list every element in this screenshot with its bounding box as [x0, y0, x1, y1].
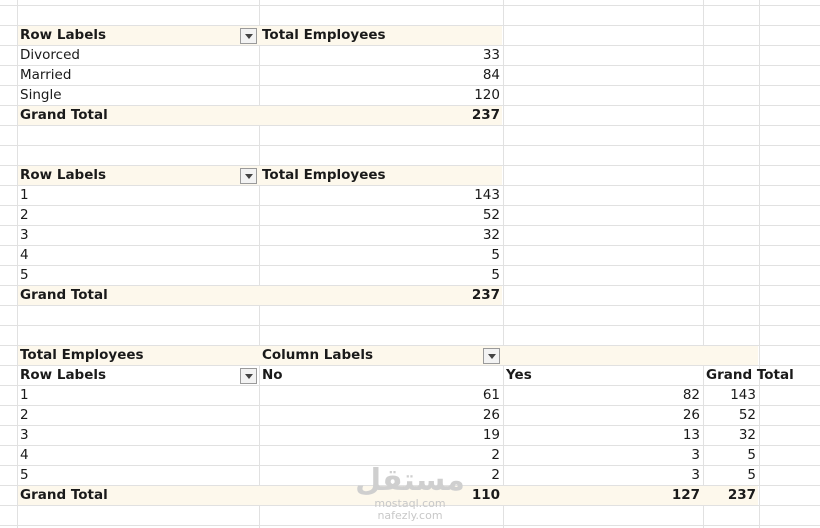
grand-total-yes[interactable]: 127 — [506, 485, 700, 505]
row-value[interactable]: 84 — [262, 65, 500, 85]
row-value[interactable]: 33 — [262, 45, 500, 65]
row-labels-header[interactable]: Row Labels — [20, 365, 250, 385]
row-label[interactable]: 5 — [20, 265, 250, 285]
cell-no[interactable]: 26 — [262, 405, 500, 425]
row-label[interactable]: 4 — [20, 445, 250, 465]
cell-no[interactable]: 61 — [262, 385, 500, 405]
column-labels-filter-dropdown[interactable] — [483, 348, 500, 364]
watermark-line-2: nafezly.com — [377, 509, 443, 522]
cell-total[interactable]: 143 — [706, 385, 756, 405]
cell-total[interactable]: 32 — [706, 425, 756, 445]
row-labels-filter-dropdown[interactable] — [240, 368, 257, 384]
row-labels-header[interactable]: Row Labels — [20, 165, 250, 185]
cell-yes[interactable]: 82 — [506, 385, 700, 405]
row-label[interactable]: 3 — [20, 225, 250, 245]
row-label[interactable]: 2 — [20, 205, 250, 225]
cell-no[interactable]: 2 — [262, 445, 500, 465]
row-label[interactable]: Divorced — [20, 45, 250, 65]
cell-no[interactable]: 19 — [262, 425, 500, 445]
row-label[interactable]: 4 — [20, 245, 250, 265]
watermark-logo: مستقل mostaql.com nafezly.com — [352, 464, 468, 524]
cell-total[interactable]: 5 — [706, 445, 756, 465]
row-label[interactable]: 5 — [20, 465, 250, 485]
gridline — [0, 525, 820, 526]
row-labels-filter-dropdown[interactable] — [240, 28, 257, 44]
gridline — [759, 0, 760, 528]
grand-total-label[interactable]: Grand Total — [20, 485, 250, 505]
gridline — [0, 5, 820, 6]
gridline — [17, 0, 18, 528]
cell-total[interactable]: 52 — [706, 405, 756, 425]
column-header-grand-total[interactable]: Grand Total — [706, 365, 796, 385]
watermark-logo-text: مستقل — [355, 463, 465, 498]
cell-yes[interactable]: 3 — [506, 445, 700, 465]
grand-total-value[interactable]: 237 — [262, 105, 500, 125]
cell-yes[interactable]: 3 — [506, 465, 700, 485]
column-header-no[interactable]: No — [262, 365, 500, 385]
row-label[interactable]: 2 — [20, 405, 250, 425]
value-header[interactable]: Total Employees — [262, 25, 500, 45]
gridline — [0, 145, 820, 146]
row-value[interactable]: 143 — [262, 185, 500, 205]
value-header[interactable]: Total Employees — [262, 165, 500, 185]
grand-total-label[interactable]: Grand Total — [20, 285, 250, 305]
row-value[interactable]: 32 — [262, 225, 500, 245]
grand-total-overall[interactable]: 237 — [706, 485, 756, 505]
row-value[interactable]: 5 — [262, 245, 500, 265]
cell-yes[interactable]: 26 — [506, 405, 700, 425]
cell-total[interactable]: 5 — [706, 465, 756, 485]
row-labels-filter-dropdown[interactable] — [240, 168, 257, 184]
gridline — [703, 0, 704, 528]
column-labels-header[interactable]: Column Labels — [262, 345, 482, 365]
row-label[interactable]: 3 — [20, 425, 250, 445]
row-label[interactable]: 1 — [20, 185, 250, 205]
row-value[interactable]: 120 — [262, 85, 500, 105]
cell-yes[interactable]: 13 — [506, 425, 700, 445]
gridline — [503, 0, 504, 528]
row-label[interactable]: Single — [20, 85, 250, 105]
gridline — [259, 0, 260, 528]
column-header-yes[interactable]: Yes — [506, 365, 700, 385]
gridline — [0, 325, 820, 326]
grand-total-label[interactable]: Grand Total — [20, 105, 250, 125]
row-label[interactable]: 1 — [20, 385, 250, 405]
measure-label[interactable]: Total Employees — [20, 345, 256, 365]
gridline — [0, 125, 820, 126]
row-value[interactable]: 52 — [262, 205, 500, 225]
row-value[interactable]: 5 — [262, 265, 500, 285]
row-labels-header[interactable]: Row Labels — [20, 25, 250, 45]
grand-total-value[interactable]: 237 — [262, 285, 500, 305]
gridline — [0, 305, 820, 306]
row-label[interactable]: Married — [20, 65, 250, 85]
